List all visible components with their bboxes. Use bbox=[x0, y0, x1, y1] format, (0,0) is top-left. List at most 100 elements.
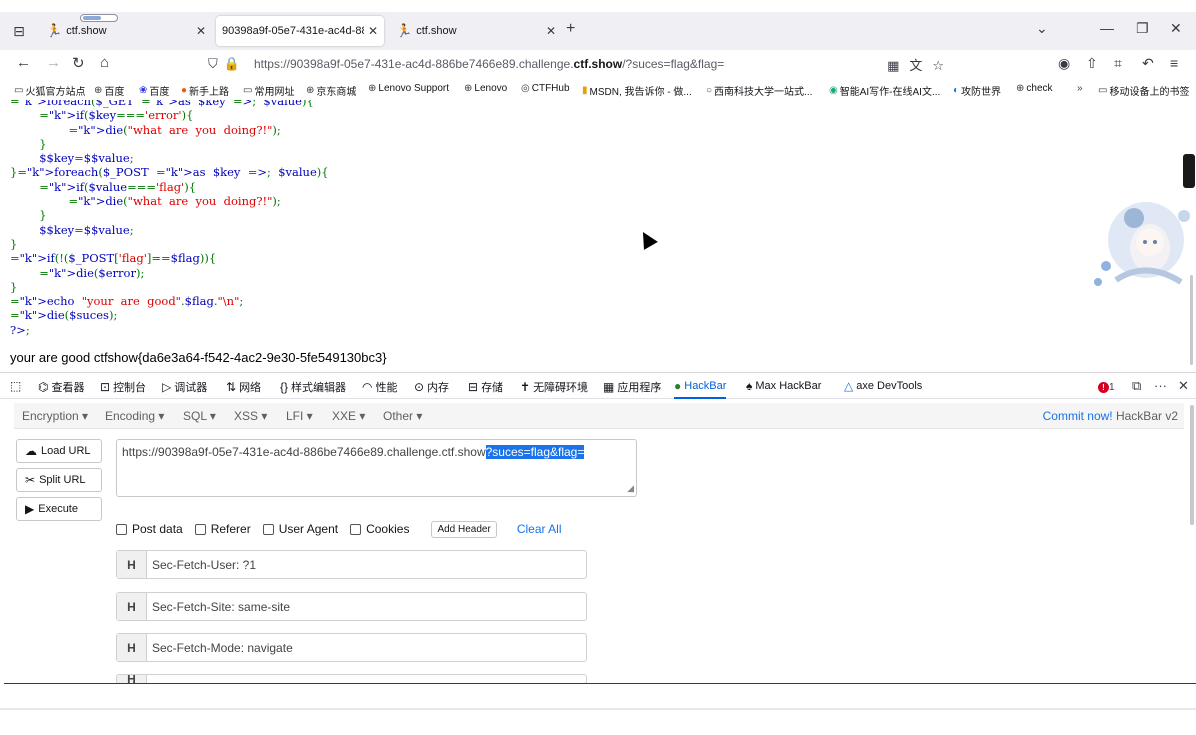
tab-accessibility[interactable]: ✝ 无障碍环境 bbox=[520, 379, 588, 395]
add-header-button[interactable]: Add Header bbox=[431, 520, 497, 538]
checkbox-label: Referer bbox=[210, 522, 251, 536]
more-bookmarks-icon[interactable]: » bbox=[1077, 83, 1085, 94]
header-row[interactable]: H Sec-Fetch-Mode: navigate bbox=[116, 633, 587, 662]
element-picker-icon[interactable]: ⬚ bbox=[10, 379, 24, 393]
menu-encryption[interactable]: Encryption ▾ bbox=[22, 409, 88, 423]
clear-all-link[interactable]: Clear All bbox=[517, 522, 562, 536]
chevron-down-icon[interactable]: ⌄ bbox=[1036, 20, 1048, 37]
dock-icon[interactable]: ⧉ bbox=[1132, 378, 1141, 394]
window-close-icon[interactable]: ✕ bbox=[1170, 20, 1182, 37]
header-value[interactable]: Sec-Fetch-Site: same-site bbox=[147, 600, 290, 614]
menu-xxe[interactable]: XXE ▾ bbox=[332, 409, 365, 423]
bookmark-item[interactable]: ▭ 火狐官方站点 bbox=[14, 83, 85, 98]
reload-icon[interactable]: ↻ bbox=[72, 54, 85, 72]
error-counter[interactable]: ! 1 bbox=[1098, 378, 1115, 393]
devtools-scrollbar[interactable] bbox=[1190, 405, 1194, 525]
tab-console[interactable]: ⊡ 控制台 bbox=[100, 379, 146, 395]
bookmark-item[interactable]: ⊕ Lenovo bbox=[464, 83, 507, 94]
globe-icon: ⊕ bbox=[464, 83, 473, 94]
commit-now[interactable]: Commit now! bbox=[1043, 409, 1113, 423]
bookmark-item[interactable]: ◐ 攻防世界 bbox=[953, 83, 1001, 98]
load-url-button[interactable]: ☁ Load URL bbox=[16, 439, 102, 463]
firefox-icon: ● bbox=[181, 85, 188, 96]
split-url-button[interactable]: ✂ Split URL bbox=[16, 468, 102, 492]
header-row[interactable]: H Sec-Fetch-Site: same-site bbox=[116, 592, 587, 621]
menu-sql[interactable]: SQL ▾ bbox=[183, 409, 216, 423]
menu-other[interactable]: Other ▾ bbox=[383, 409, 422, 423]
minimize-icon[interactable]: — bbox=[1100, 20, 1114, 36]
tab-application[interactable]: ▦ 应用程序 bbox=[603, 379, 661, 395]
post-data-checkbox[interactable]: Post data bbox=[116, 522, 183, 536]
devtools-panel: ⬚ ⌬ 查看器 ⊡ 控制台 ▷ 调试器 ⇅ 网络 {} 样式编辑器 ◠ 性能 ⊙ 内存 ⊟ 存储… bbox=[0, 372, 1196, 684]
menu-encoding[interactable]: Encoding ▾ bbox=[105, 409, 164, 423]
close-icon[interactable]: ✕ bbox=[196, 24, 206, 38]
forward-icon[interactable]: → bbox=[46, 54, 61, 71]
bookmark-item[interactable]: ▭ 常用网址 bbox=[243, 83, 294, 98]
bookmark-item[interactable]: ⊕ 京东商城 bbox=[306, 83, 356, 98]
menu-icon[interactable]: ≡ bbox=[1170, 55, 1178, 71]
commit-link[interactable]: Commit now! HackBar v2 bbox=[1043, 409, 1178, 423]
lock-icon[interactable]: ⛉🔒 bbox=[208, 56, 246, 72]
code-line: ="k">die("what are you doing?!"); bbox=[68, 194, 281, 209]
bookmark-item[interactable]: ▮ MSDN, 我告诉你 - 做... bbox=[582, 83, 692, 98]
bookmark-item[interactable]: ● 新手上路 bbox=[181, 83, 229, 98]
bookmark-item[interactable]: ○ 西南科技大学一站式... bbox=[706, 83, 812, 98]
bookmark-item[interactable]: ◉ 智能AI写作-在线AI文... bbox=[829, 83, 940, 98]
bookmark-item[interactable]: ◎ CTFHub bbox=[521, 83, 570, 94]
tab-challenge[interactable]: 90398a9f-05e7-431e-ac4d-886b ✕ bbox=[216, 16, 384, 46]
bookmark-item[interactable]: ⊕ Lenovo Support bbox=[368, 83, 449, 94]
tab-network[interactable]: ⇅ 网络 bbox=[226, 379, 261, 395]
tab-inspector[interactable]: ⌬ 查看器 bbox=[38, 379, 84, 395]
url-textarea[interactable]: https://90398a9f-05e7-431e-ac4d-886be746… bbox=[116, 439, 637, 497]
new-tab-icon[interactable]: + bbox=[566, 20, 575, 38]
account-icon[interactable]: ◉ bbox=[1058, 55, 1070, 72]
home-icon[interactable]: ⌂ bbox=[100, 54, 109, 71]
undo-icon[interactable]: ↶ bbox=[1142, 55, 1154, 72]
tab-max-hackbar[interactable]: ♠ Max HackBar bbox=[746, 379, 821, 393]
ctfshow-icon: 🏃 bbox=[46, 23, 63, 38]
tab-performance[interactable]: ◠ 性能 bbox=[362, 379, 397, 395]
menu-lfi[interactable]: LFI ▾ bbox=[286, 409, 313, 423]
checkbox-label: Post data bbox=[132, 522, 183, 536]
cookies-checkbox[interactable]: Cookies bbox=[350, 522, 409, 536]
tab-ctfshow-1[interactable]: 🏃 ctf.show ✕ bbox=[40, 16, 212, 46]
bookmark-item[interactable]: ⊕ check bbox=[1016, 83, 1053, 94]
url-bar[interactable]: ⛉🔒 https://90398a9f-05e7-431e-ac4d-886be… bbox=[208, 52, 968, 76]
header-value[interactable]: Sec-Fetch-Mode: navigate bbox=[147, 641, 293, 655]
close-devtools-icon[interactable]: ✕ bbox=[1178, 378, 1189, 394]
bookmark-item[interactable]: ▭ 移动设备上的书签 bbox=[1098, 83, 1189, 98]
qr-translate-star-icons[interactable]: ▦文☆ bbox=[887, 55, 954, 74]
more-options-icon[interactable]: ··· bbox=[1154, 378, 1167, 393]
restore-icon[interactable]: ❐ bbox=[1136, 20, 1149, 37]
crop-icon[interactable]: ⌗ bbox=[1114, 55, 1122, 72]
tab-debugger[interactable]: ▷ 调试器 bbox=[162, 379, 207, 395]
tab-ctfshow-2[interactable]: 🏃 ctf.show ✕ bbox=[390, 16, 562, 46]
share-icon[interactable]: ⇧ bbox=[1086, 55, 1098, 72]
user-agent-checkbox[interactable]: User Agent bbox=[262, 522, 338, 536]
tab-label: 控制台 bbox=[113, 382, 147, 394]
tab-axe-devtools[interactable]: △ axe DevTools bbox=[844, 379, 922, 393]
bookmark-item[interactable]: ❀ 百度 bbox=[139, 83, 169, 98]
mouse-cursor-icon bbox=[636, 228, 658, 250]
menu-xss[interactable]: XSS ▾ bbox=[234, 409, 267, 423]
execute-button[interactable]: ▶ Execute bbox=[16, 497, 102, 521]
page-scrollbar[interactable] bbox=[1190, 275, 1193, 365]
header-row[interactable]: H Sec-Fetch-User: ?1 bbox=[116, 550, 587, 579]
referer-checkbox[interactable]: Referer bbox=[194, 522, 251, 536]
tab-storage[interactable]: ⊟ 存储 bbox=[468, 379, 503, 395]
bookmark-item[interactable]: ⊕ 百度 bbox=[94, 83, 124, 98]
msdn-icon: ▮ bbox=[582, 85, 588, 96]
tab-list-icon[interactable]: ⊟ bbox=[8, 20, 30, 42]
resize-handle-icon[interactable]: ◢ bbox=[627, 483, 634, 494]
side-panel-handle[interactable] bbox=[1183, 154, 1195, 188]
close-icon[interactable]: ✕ bbox=[546, 24, 556, 38]
baidu-icon: ❀ bbox=[139, 85, 148, 96]
tab-style-editor[interactable]: {} 样式编辑器 bbox=[280, 379, 346, 395]
tab-title: ctf.show bbox=[416, 25, 457, 37]
tab-memory[interactable]: ⊙ 内存 bbox=[414, 379, 449, 395]
hackbar-icon: ● bbox=[674, 379, 682, 393]
header-value[interactable]: Sec-Fetch-User: ?1 bbox=[147, 558, 256, 572]
tab-hackbar[interactable]: ● HackBar bbox=[674, 379, 727, 399]
back-icon[interactable]: ← bbox=[16, 54, 31, 71]
close-icon[interactable]: ✕ bbox=[368, 24, 378, 38]
